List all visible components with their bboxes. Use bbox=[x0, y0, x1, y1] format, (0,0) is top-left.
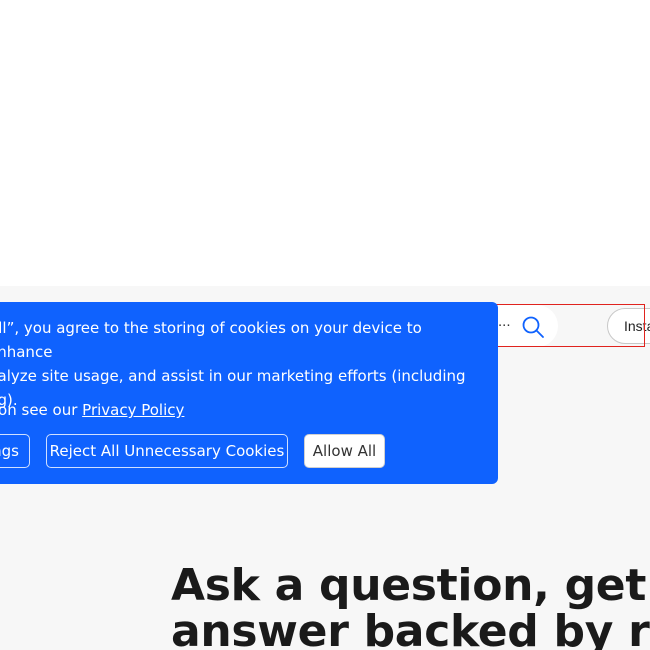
search-icon[interactable] bbox=[520, 314, 546, 340]
install-button[interactable]: Install bbox=[607, 308, 650, 344]
cookie-info-prefix: tion see our bbox=[0, 401, 78, 419]
cookie-info-line: tion see our Privacy Policy bbox=[0, 399, 184, 421]
hero-title: Ask a question, get an answer backed by … bbox=[171, 560, 650, 650]
allow-all-button[interactable]: Allow All bbox=[304, 434, 385, 468]
search-ellipsis: ... bbox=[498, 313, 511, 330]
reject-cookies-button[interactable]: Reject All Unnecessary Cookies bbox=[46, 434, 288, 468]
privacy-policy-link[interactable]: Privacy Policy bbox=[82, 401, 184, 419]
cookie-consent-banner: All”, you agree to the storing of cookie… bbox=[0, 302, 498, 484]
page: ... Install All”, you agree to the stori… bbox=[0, 0, 650, 650]
cookie-message: All”, you agree to the storing of cookie… bbox=[0, 319, 466, 409]
cookie-settings-button[interactable]: ngs bbox=[0, 434, 30, 468]
blank-top-area bbox=[0, 0, 650, 286]
